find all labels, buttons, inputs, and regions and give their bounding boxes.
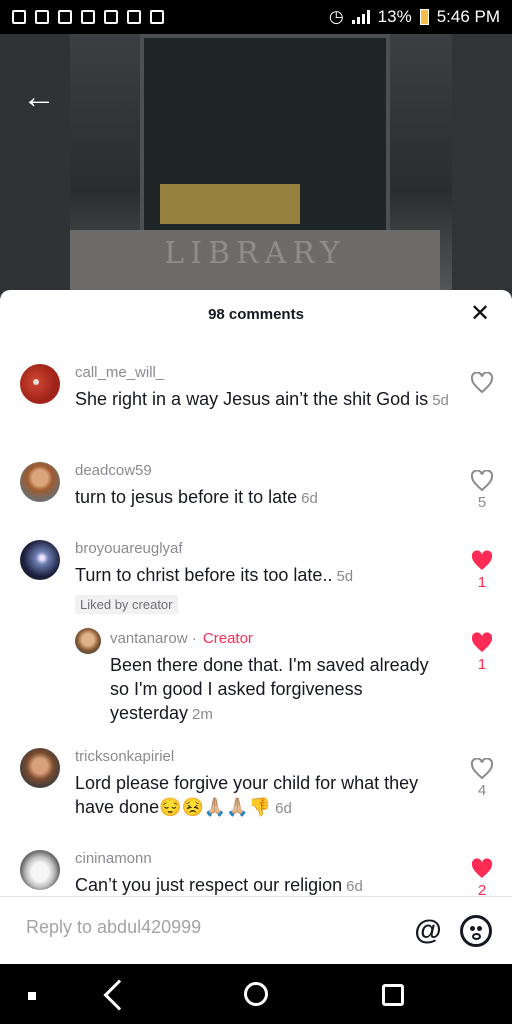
avatar[interactable] [20,748,60,788]
comment-item: call_me_will_ She right in a way Jesus a… [0,360,512,450]
retweet-icon [127,10,141,24]
comment-text: Lord please forgive your child for what … [75,771,452,821]
avatar[interactable] [20,462,60,502]
comment-text: Turn to christ before its too late.. 5d [75,563,452,589]
comment-username[interactable]: vantanarow · Creator [110,630,452,647]
twitter-icon [81,10,95,24]
comment-text: turn to jesus before it to late 6d [75,485,452,511]
heart-filled-icon [471,858,493,878]
library-sign: LIBRARY [70,230,440,296]
nav-menu-icon[interactable] [28,992,36,1000]
gallery-icon [104,10,118,24]
heart-filled-icon [471,632,493,652]
like-button[interactable] [470,372,494,394]
battery-percent: 13% [377,7,412,26]
heart-outline-icon [470,470,494,492]
building-pillar [452,34,512,296]
emoji-icon[interactable] [460,915,492,947]
like-button[interactable]: 2 [470,858,494,899]
comment-age: 6d [346,878,363,895]
comments-sheet: 98 comments ✕ call_me_will_ She right in… [0,290,512,964]
notification-icons [12,10,164,24]
comment-text: She right in a way Jesus ain’t the shit … [75,387,452,413]
reply-username[interactable]: vantanarow [110,630,188,647]
system-nav-bar [0,964,512,1024]
emoji-mouth [472,933,481,940]
nav-recents-icon[interactable] [382,984,404,1006]
reply-item: vantanarow · Creator Been there done tha… [0,628,512,728]
comment-age: 2m [192,706,213,723]
interior-light [160,184,300,224]
avatar[interactable] [20,540,60,580]
back-arrow-icon[interactable]: ← [22,80,58,114]
comment-age: 6d [275,800,292,817]
liked-by-creator-badge: Liked by creator [75,595,178,614]
comment-username[interactable]: broyouareuglyaf [75,540,452,557]
comment-text-body: Can’t you just respect our religion [75,875,343,895]
creator-tag: Creator [202,630,253,647]
heart-filled-icon [471,550,493,570]
comment-item: cininamonn Can’t you just respect our re… [0,848,512,899]
battery-icon [419,9,429,25]
like-count: 1 [477,656,487,673]
like-count: 5 [477,494,487,511]
comment-count: 98 comments [208,306,304,323]
video-background: LIBRARY ← [0,34,512,296]
comment-username[interactable]: tricksonkapiriel [75,748,452,765]
alarm-icon: ◷ [328,7,344,26]
comment-text-body: She right in a way Jesus ain’t the shit … [75,389,429,409]
avatar[interactable] [75,628,101,654]
image-icon [150,10,164,24]
comment-text-body: Lord please forgive your child for what … [75,773,419,817]
heart-outline-icon [470,372,494,394]
like-button[interactable]: 5 [470,470,494,511]
like-button[interactable]: 1 [470,550,494,591]
heart-outline-icon [470,758,494,780]
reply-bar: Reply to abdul420999 @ [0,896,512,964]
close-icon[interactable]: ✕ [468,302,492,326]
nav-back-icon[interactable] [103,979,135,1011]
building-pillar [0,34,70,296]
comment-text-body: Turn to christ before its too late.. [75,565,333,585]
comment-age: 5d [432,392,449,409]
like-button[interactable]: 1 [470,632,494,673]
comments-header: 98 comments ✕ [0,290,512,340]
comment-text-body: Been there done that. I'm saved already … [110,655,429,723]
nav-home-icon[interactable] [244,982,268,1006]
signal-icon [351,10,370,24]
like-button[interactable]: 4 [470,758,494,799]
avatar[interactable] [20,364,60,404]
comment-item: deadcow59 turn to jesus before it to lat… [0,460,512,530]
comment-item: broyouareuglyaf Turn to christ before it… [0,538,512,618]
comment-age: 6d [301,490,318,507]
mention-icon[interactable]: @ [412,915,444,947]
comment-item: tricksonkapiriel Lord please forgive you… [0,746,512,836]
cc-icon [58,10,72,24]
status-bar: ◷ 13% 5:46 PM [0,0,512,34]
reply-input[interactable]: Reply to abdul420999 [26,917,201,938]
comment-username[interactable]: cininamonn [75,850,452,867]
like-count: 1 [477,574,487,591]
clock-time: 5:46 PM [436,7,500,26]
comment-text: Been there done that. I'm saved already … [110,653,452,727]
comment-text-body: turn to jesus before it to late [75,487,298,507]
tiktok-icon [35,10,49,24]
comment-age: 5d [336,568,354,585]
comment-username[interactable]: call_me_will_ [75,364,452,381]
avatar[interactable] [20,850,60,890]
like-count: 4 [477,782,487,799]
lock-icon [12,10,26,24]
comment-username[interactable]: deadcow59 [75,462,452,479]
